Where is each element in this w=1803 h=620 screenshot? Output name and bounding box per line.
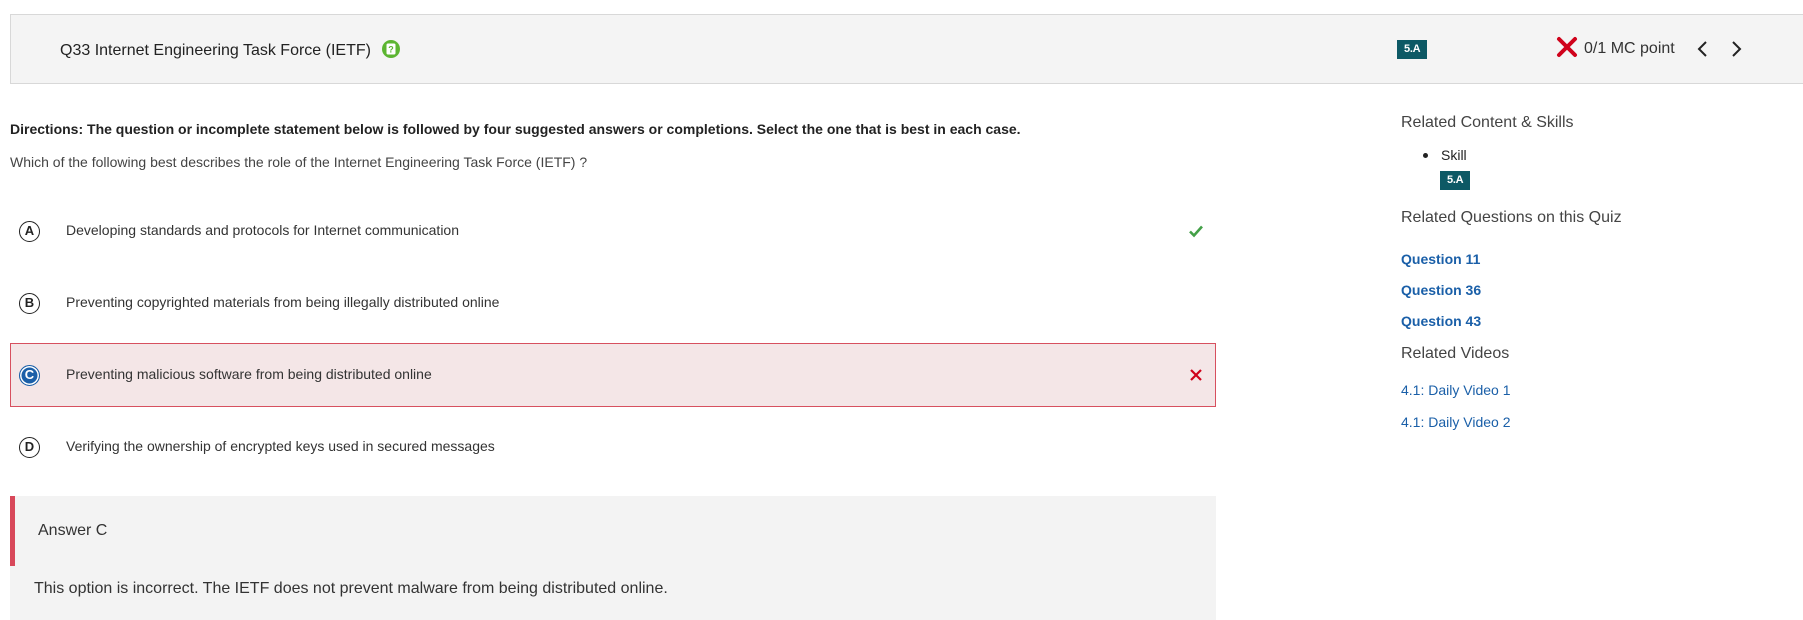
sidebar-skill-badge: 5.A bbox=[1440, 171, 1471, 190]
answer-explanation: Answer C This option is incorrect. The I… bbox=[10, 496, 1216, 620]
answer-option-b[interactable]: B Preventing copyrighted materials from … bbox=[10, 271, 1216, 335]
incorrect-accent-bar bbox=[10, 496, 15, 566]
skill-label: Skill bbox=[1441, 147, 1467, 163]
related-questions-heading: Related Questions on this Quiz bbox=[1401, 209, 1622, 226]
help-question-icon[interactable]: ? bbox=[381, 39, 401, 59]
check-icon bbox=[1189, 225, 1203, 238]
red-x-icon bbox=[1557, 37, 1577, 57]
option-letter: B bbox=[19, 293, 40, 314]
chevron-right-icon[interactable] bbox=[1727, 39, 1745, 59]
question-header: Q33 Internet Engineering Task Force (IET… bbox=[10, 14, 1803, 84]
option-text: Developing standards and protocols for I… bbox=[66, 222, 459, 238]
x-icon bbox=[1190, 369, 1202, 381]
option-text: Verifying the ownership of encrypted key… bbox=[66, 438, 495, 454]
related-question-link[interactable]: Question 11 bbox=[1401, 251, 1480, 267]
related-videos-heading: Related Videos bbox=[1401, 345, 1510, 362]
chevron-left-icon[interactable] bbox=[1694, 39, 1712, 59]
related-question-link[interactable]: Question 36 bbox=[1401, 282, 1481, 298]
option-letter: D bbox=[19, 437, 40, 458]
related-question-link[interactable]: Question 43 bbox=[1401, 313, 1481, 329]
directions-text: Directions: The question or incomplete s… bbox=[10, 121, 1021, 137]
answer-option-d[interactable]: D Verifying the ownership of encrypted k… bbox=[10, 415, 1216, 479]
related-video-link[interactable]: 4.1: Daily Video 1 bbox=[1401, 382, 1510, 398]
answer-option-a[interactable]: A Developing standards and protocols for… bbox=[10, 199, 1216, 263]
related-video-link[interactable]: 4.1: Daily Video 2 bbox=[1401, 414, 1510, 430]
related-content-heading: Related Content & Skills bbox=[1401, 114, 1574, 131]
option-letter: A bbox=[19, 221, 40, 242]
svg-text:?: ? bbox=[388, 45, 394, 55]
option-letter: C bbox=[19, 365, 40, 386]
question-prompt: Which of the following best describes th… bbox=[10, 154, 588, 170]
answer-title: Answer C bbox=[38, 522, 108, 539]
list-bullet bbox=[1423, 153, 1428, 158]
answer-option-c[interactable]: C Preventing malicious software from bei… bbox=[10, 343, 1216, 407]
option-text: Preventing malicious software from being… bbox=[66, 366, 432, 382]
score-text: 0/1 MC point bbox=[1584, 40, 1675, 57]
answer-explanation-text: This option is incorrect. The IETF does … bbox=[34, 580, 668, 597]
question-title: Q33 Internet Engineering Task Force (IET… bbox=[60, 42, 371, 59]
skill-badge: 5.A bbox=[1397, 40, 1428, 59]
option-text: Preventing copyrighted materials from be… bbox=[66, 294, 500, 310]
